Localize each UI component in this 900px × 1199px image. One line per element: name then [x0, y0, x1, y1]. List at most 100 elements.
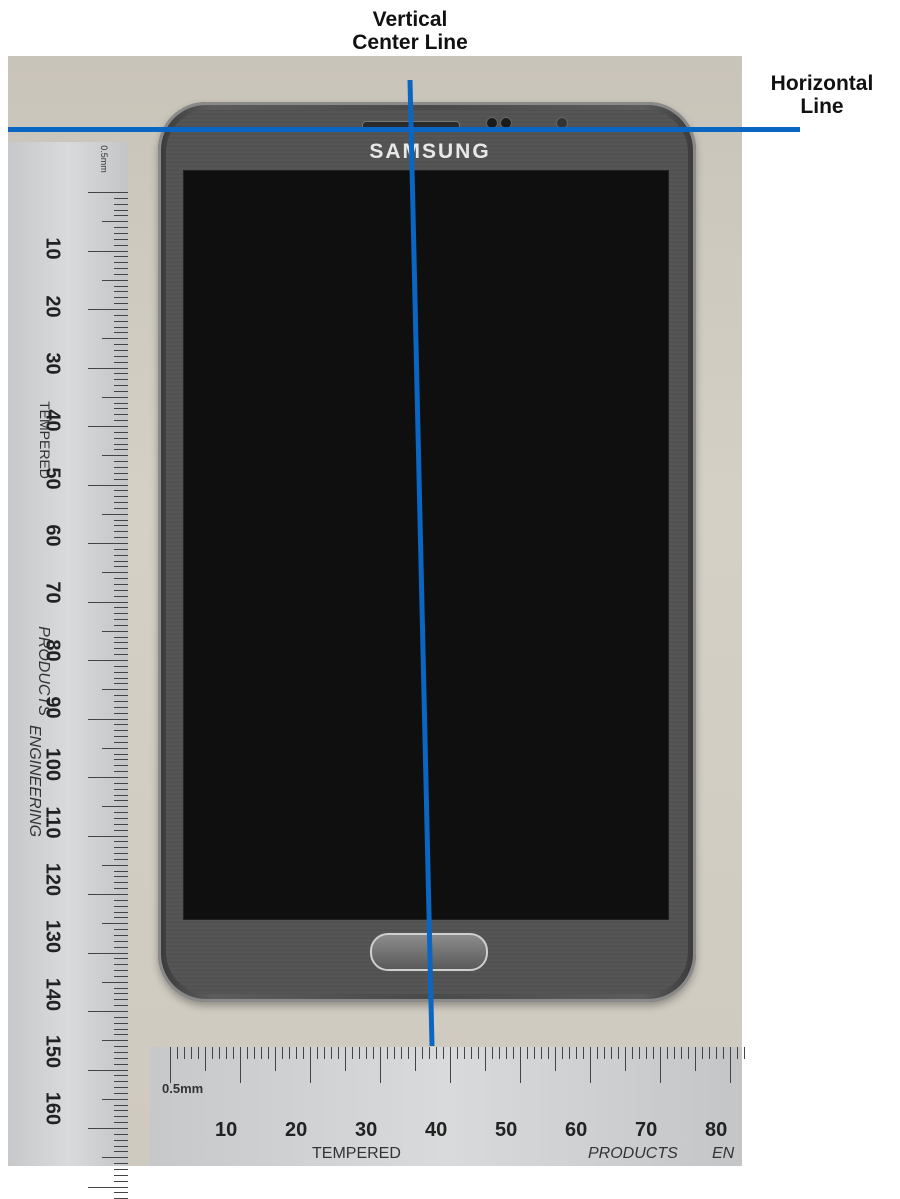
- horizontal-ruler-tick: [555, 1047, 556, 1071]
- vertical-ruler-number: 20: [41, 295, 64, 318]
- horizontal-ruler-tick: [345, 1047, 346, 1071]
- vertical-ruler-tick: [114, 619, 128, 621]
- horizontal-ruler-tick: [233, 1047, 234, 1059]
- horizontal-ruler-tick: [226, 1047, 227, 1059]
- vertical-ruler-tick: [114, 1075, 128, 1077]
- vertical-ruler-tick: [88, 367, 128, 369]
- vertical-ruler-tick: [114, 987, 128, 989]
- horizontal-ruler-number: 10: [215, 1119, 238, 1141]
- vertical-ruler-tick: [114, 1192, 128, 1194]
- vertical-ruler-tick: [114, 999, 128, 1001]
- vertical-ruler-tick: [114, 285, 128, 287]
- vertical-ruler-tick: [114, 1046, 128, 1048]
- horizontal-ruler-tick: [261, 1047, 262, 1059]
- vertical-ruler-tick: [114, 1005, 128, 1007]
- vertical-ruler-tick: [114, 841, 128, 843]
- vertical-ruler-tick: [114, 583, 128, 585]
- vertical-ruler-number: 40: [41, 409, 64, 432]
- vertical-ruler-tick: [114, 314, 128, 316]
- vertical-ruler-tick: [114, 320, 128, 322]
- vertical-ruler-tick: [114, 490, 128, 492]
- vertical-ruler-tick: [88, 894, 128, 895]
- horizontal-ruler-tick: [716, 1047, 717, 1059]
- vertical-ruler-tick: [114, 712, 128, 714]
- horizontal-ruler-tick: [520, 1047, 521, 1083]
- vertical-ruler-tick: [114, 589, 128, 591]
- vertical-ruler-tick: [114, 1034, 128, 1036]
- vertical-ruler-tick: [114, 946, 128, 948]
- vertical-center-line-label: Vertical Center Line: [352, 8, 468, 54]
- horizontal-ruler-tick: [177, 1047, 178, 1059]
- vertical-ruler-tick: [114, 379, 128, 381]
- vertical-ruler-tick: [114, 829, 128, 831]
- vertical-ruler-tick: [102, 923, 128, 925]
- vertical-ruler-tick: [114, 268, 128, 270]
- vertical-ruler-tick: [114, 1104, 128, 1106]
- horizontal-ruler-tick: [695, 1047, 696, 1071]
- vertical-ruler-tick: [114, 905, 128, 907]
- horizontal-ruler-word-products: PRODUCTS: [588, 1145, 678, 1162]
- vertical-ruler-tick: [114, 1139, 128, 1141]
- horizontal-ruler-tick: [184, 1047, 185, 1059]
- horizontal-ruler-tick: [464, 1047, 465, 1059]
- vertical-ruler-tick: [114, 958, 128, 960]
- vertical-ruler-tick: [114, 385, 128, 387]
- vertical-ruler-tick: [114, 197, 128, 199]
- horizontal-ruler-word-tempered: TEMPERED: [312, 1145, 401, 1162]
- vertical-ruler-tick: [114, 876, 128, 878]
- vertical-ruler-number: 80: [41, 639, 64, 662]
- vertical-ruler-tick: [114, 683, 128, 685]
- samsung-logo: SAMSUNG: [369, 140, 491, 163]
- vertical-ruler-tick: [102, 455, 128, 457]
- horizontal-ruler-tick: [212, 1047, 213, 1059]
- vertical-ruler-tick: [114, 724, 128, 726]
- vertical-ruler: 0.5mm TEMPERED PRODUCTS ENGINEERING 10 20…: [8, 142, 128, 1199]
- horizontal-ruler-tick: [653, 1047, 654, 1059]
- horizontal-ruler-tick: [506, 1047, 507, 1059]
- vertical-ruler-tick: [88, 250, 128, 252]
- horizontal-ruler-tick: [457, 1047, 458, 1059]
- horizontal-ruler-tick: [331, 1047, 332, 1059]
- horizontal-ruler-tick: [674, 1047, 675, 1059]
- horizontal-ruler-tick: [688, 1047, 689, 1059]
- vertical-ruler-tick: [114, 443, 128, 445]
- vertical-ruler-tick: [88, 1069, 128, 1071]
- horizontal-ruler-tick: [436, 1047, 437, 1059]
- vertical-ruler-tick: [114, 525, 128, 527]
- vertical-ruler-tick: [88, 952, 128, 954]
- horizontal-ruler-tick: [275, 1047, 276, 1071]
- vertical-ruler-tick: [114, 899, 128, 901]
- vertical-ruler-tick: [114, 964, 128, 966]
- horizontal-ruler-tick: [240, 1047, 241, 1083]
- vertical-ruler-tick: [114, 642, 128, 644]
- vertical-ruler-tick: [88, 1186, 128, 1188]
- vertical-ruler-tick: [88, 718, 128, 720]
- horizontal-ruler-tick: [562, 1047, 563, 1059]
- vertical-ruler-tick: [114, 332, 128, 334]
- vertical-ruler-tick: [114, 537, 128, 539]
- vertical-ruler-tick: [114, 1022, 128, 1024]
- vertical-ruler-number: 10: [41, 237, 64, 260]
- vertical-ruler-tick: [114, 408, 128, 410]
- vertical-ruler-tick: [114, 232, 128, 234]
- vertical-ruler-tick: [114, 256, 128, 258]
- vertical-ruler-tick: [102, 1157, 128, 1159]
- vertical-ruler-tick: [114, 929, 128, 931]
- vertical-ruler-tick: [114, 1016, 128, 1018]
- vertical-ruler-tick: [88, 192, 128, 193]
- horizontal-ruler-tick: [744, 1047, 745, 1059]
- vertical-ruler-tick: [114, 1168, 128, 1170]
- horizontal-ruler-tick: [576, 1047, 577, 1059]
- horizontal-ruler-tick: [737, 1047, 738, 1059]
- horizontal-ruler-tick: [597, 1047, 598, 1059]
- vertical-ruler-tick: [102, 806, 128, 808]
- horizontal-ruler-tick: [254, 1047, 255, 1059]
- vertical-ruler-tick: [102, 630, 128, 632]
- horizontal-ruler-tick: [604, 1047, 605, 1059]
- vertical-ruler-tick: [114, 1151, 128, 1153]
- vertical-ruler-number: 130: [41, 920, 64, 954]
- horizontal-ruler-tick: [492, 1047, 493, 1059]
- vertical-ruler-tick: [88, 835, 128, 837]
- horizontal-ruler-tick: [324, 1047, 325, 1059]
- vertical-ruler-tick: [114, 531, 128, 533]
